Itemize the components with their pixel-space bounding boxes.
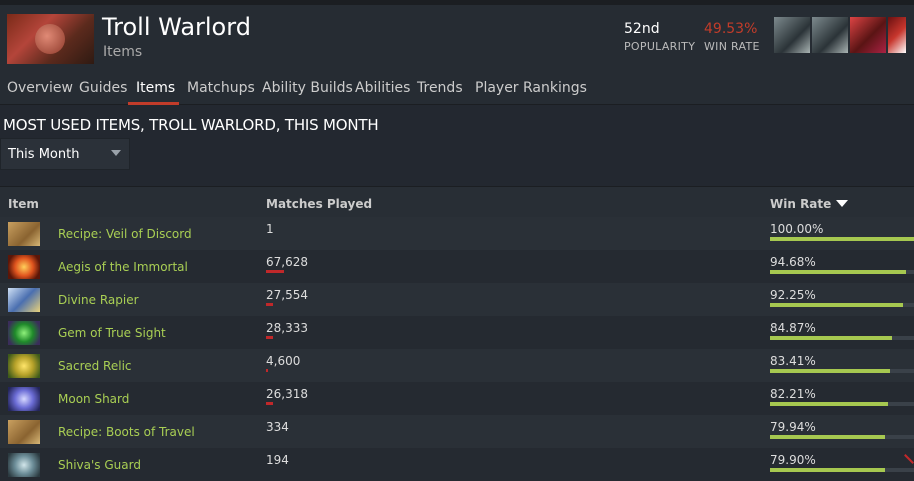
tab-items[interactable]: Items — [136, 80, 175, 96]
win-rate-bar — [770, 336, 892, 340]
winrate-label: WIN RATE — [704, 40, 760, 53]
hero-thumbnails — [774, 17, 906, 53]
recipe-scroll-icon[interactable] — [8, 420, 40, 444]
win-rate-bar — [770, 303, 903, 307]
table-row[interactable]: Aegis of the Immortal 67,628 94.68% — [0, 250, 914, 283]
matches-played-value: 67,628 — [266, 255, 308, 269]
column-header-winrate[interactable]: Win Rate — [770, 197, 849, 211]
win-rate-value: 83.41% — [770, 354, 816, 368]
column-header-winrate-label: Win Rate — [770, 197, 832, 211]
win-rate-value: 94.68% — [770, 255, 816, 269]
winrate-stat: 49.53% WIN RATE — [704, 21, 760, 53]
gem-icon[interactable] — [8, 321, 40, 345]
tab-ability-builds[interactable]: Ability Builds — [262, 80, 353, 96]
tab-guides[interactable]: Guides — [79, 80, 127, 96]
section-title: MOST USED ITEMS, TROLL WARLORD, THIS MON… — [3, 116, 379, 134]
win-rate-bar — [770, 468, 885, 472]
item-name-link[interactable]: Aegis of the Immortal — [58, 260, 188, 274]
item-name-link[interactable]: Sacred Relic — [58, 359, 132, 373]
hero-thumbnail[interactable] — [812, 17, 848, 53]
win-rate-value: 100.00% — [770, 222, 824, 236]
table-row[interactable]: Divine Rapier 27,554 92.25% — [0, 283, 914, 316]
column-header-matches[interactable]: Matches Played — [266, 197, 372, 211]
item-name-link[interactable]: Shiva's Guard — [58, 458, 141, 472]
hero-portrait[interactable] — [7, 14, 94, 64]
tab-overview[interactable]: Overview — [7, 80, 73, 96]
table-row[interactable]: Recipe: Boots of Travel 334 79.94% — [0, 415, 914, 448]
matches-bar — [266, 402, 273, 405]
hero-thumbnail[interactable] — [850, 17, 886, 53]
win-rate-bar — [770, 369, 890, 373]
win-rate-bar — [770, 237, 914, 241]
matches-bar — [266, 270, 284, 273]
win-rate-value: 92.25% — [770, 288, 816, 302]
win-rate-bar — [770, 435, 885, 439]
win-rate-value: 79.90% — [770, 453, 816, 467]
column-header-item[interactable]: Item — [8, 197, 39, 211]
matches-bar — [266, 303, 273, 306]
table-row[interactable]: Recipe: Veil of Discord 1 100.00% — [0, 217, 914, 250]
hero-subtitle: Items — [103, 44, 143, 60]
moon-shard-icon[interactable] — [8, 387, 40, 411]
hero-header: Troll Warlord Items 52nd POPULARITY 49.5… — [0, 0, 914, 72]
time-filter-dropdown[interactable]: This Month — [0, 138, 130, 170]
active-tab-indicator — [128, 102, 179, 105]
sort-desc-icon — [836, 200, 849, 207]
matches-bar — [266, 336, 273, 339]
popularity-stat: 52nd POPULARITY — [624, 21, 695, 53]
matches-played-value: 27,554 — [266, 288, 308, 302]
chevron-down-icon — [111, 150, 121, 156]
matches-played-value: 4,600 — [266, 354, 301, 368]
win-rate-bar — [770, 402, 888, 406]
hero-name: Troll Warlord — [102, 13, 251, 41]
table-row[interactable]: Gem of True Sight 28,333 84.87% — [0, 316, 914, 349]
matches-played-value: 334 — [266, 420, 289, 434]
aegis-icon[interactable] — [8, 255, 40, 279]
shivas-guard-icon[interactable] — [8, 453, 40, 477]
item-name-link[interactable]: Gem of True Sight — [58, 326, 166, 340]
popularity-label: POPULARITY — [624, 40, 696, 53]
matches-played-value: 26,318 — [266, 387, 308, 401]
hero-thumbnail[interactable] — [774, 17, 810, 53]
rapier-icon[interactable] — [8, 288, 40, 312]
item-name-link[interactable]: Moon Shard — [58, 392, 129, 406]
matches-played-value: 1 — [266, 222, 274, 236]
dropdown-value: This Month — [8, 147, 80, 162]
item-name-link[interactable]: Recipe: Veil of Discord — [58, 227, 192, 241]
win-rate-value: 82.21% — [770, 387, 816, 401]
matches-bar — [266, 369, 268, 372]
matches-played-value: 194 — [266, 453, 289, 467]
popularity-value: 52nd — [624, 21, 660, 37]
win-rate-bar — [770, 270, 906, 274]
win-rate-value: 79.94% — [770, 420, 816, 434]
tab-matchups[interactable]: Matchups — [187, 80, 255, 96]
nav-tabs: Overview Guides Items Matchups Ability B… — [0, 72, 914, 105]
item-name-link[interactable]: Recipe: Boots of Travel — [58, 425, 195, 439]
table-row[interactable]: Sacred Relic 4,600 83.41% — [0, 349, 914, 382]
item-name-link[interactable]: Divine Rapier — [58, 293, 139, 307]
tab-abilities[interactable]: Abilities — [355, 80, 410, 96]
tab-trends[interactable]: Trends — [417, 80, 463, 96]
hero-thumbnail[interactable] — [888, 17, 906, 53]
recipe-scroll-icon[interactable] — [8, 222, 40, 246]
table-row[interactable]: Moon Shard 26,318 82.21% — [0, 382, 914, 415]
matches-played-value: 28,333 — [266, 321, 308, 335]
win-rate-value: 84.87% — [770, 321, 816, 335]
table-row[interactable]: Shiva's Guard 194 79.90% — [0, 448, 914, 481]
sacred-relic-icon[interactable] — [8, 354, 40, 378]
table-header: Item Matches Played Win Rate — [0, 186, 914, 217]
tab-player-rankings[interactable]: Player Rankings — [475, 80, 587, 96]
winrate-value: 49.53% — [704, 21, 758, 37]
